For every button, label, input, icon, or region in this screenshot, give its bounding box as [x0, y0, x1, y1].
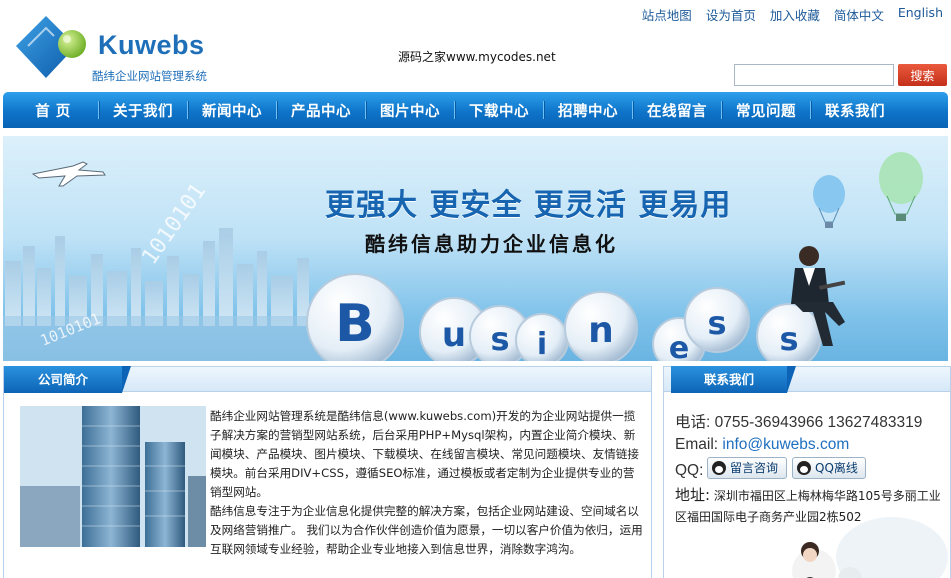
english-link[interactable]: English [898, 5, 943, 24]
logo-mark-icon [16, 16, 86, 78]
top-links: 站点地图 设为首页 加入收藏 简体中文 English [642, 5, 943, 24]
qq-label: QQ: [675, 462, 704, 479]
contact-email-line: Email: info@kuwebs.com [675, 436, 849, 454]
intro-paragraph: 酷纬信息专注于为企业信息化提供完整的解决方案，包括企业网站建设、空间域名以及网络… [210, 504, 643, 556]
simplified-chinese-link[interactable]: 简体中文 [834, 5, 884, 24]
svg-text:1010101: 1010101 [137, 179, 211, 269]
banner-subline: 酷纬信息助力企业信息化 [365, 232, 618, 256]
panel-header: 联系我们 [664, 366, 950, 393]
watermark-text: 源码之家www.mycodes.net [398, 50, 556, 64]
nav-item-contact[interactable]: 联系我们 [810, 100, 900, 121]
qq-consult-button[interactable]: 留言咨询 [707, 457, 787, 479]
qq-consult-label: 留言咨询 [730, 461, 779, 475]
add-favorite-link[interactable]: 加入收藏 [770, 5, 820, 24]
qq-offline-button[interactable]: QQ离线 [792, 457, 866, 479]
nav-item-images[interactable]: 图片中心 [365, 100, 455, 121]
contact-panel: 联系我们 电话: 0755-36943966 13627483319 Email… [663, 366, 951, 578]
hero-banner[interactable]: 1010101 1010101 B u s i n e s s 更强大 更安全 … [3, 136, 948, 361]
ball-letter-s3: s [779, 320, 798, 358]
intro-paragraph: 酷纬企业网站管理系统是酷纬信息(www.kuwebs.com)开发的为企业网站提… [210, 409, 639, 499]
nav-item-about[interactable]: 关于我们 [98, 100, 188, 121]
email-label: Email: [675, 436, 723, 453]
ball-letter-s2: s [707, 304, 726, 342]
nav-item-downloads[interactable]: 下载中心 [454, 100, 544, 121]
nav-item-message[interactable]: 在线留言 [632, 100, 722, 121]
header: Kuwebs 酷纬企业网站管理系统 源码之家www.mycodes.net 站点… [0, 0, 951, 92]
search-input[interactable] [734, 64, 894, 86]
ball-letter-s: s [490, 320, 509, 358]
building-photo [20, 406, 206, 547]
site-logo[interactable]: Kuwebs 酷纬企业网站管理系统 [14, 8, 224, 86]
customer-service-image [792, 517, 948, 578]
ball-letter-n: n [588, 310, 614, 351]
airplane-icon [31, 161, 106, 187]
search-button[interactable]: 搜索 [898, 64, 947, 86]
sitemap-link[interactable]: 站点地图 [642, 5, 692, 24]
qq-offline-label: QQ离线 [815, 461, 858, 475]
contact-title[interactable]: 联系我们 [671, 366, 796, 393]
company-intro-panel: 公司简介 酷纬企业网站管理系统是酷纬信息(www.kuwebs.com)开发的为… [3, 366, 652, 578]
set-homepage-link[interactable]: 设为首页 [706, 5, 756, 24]
qq-penguin-icon [712, 461, 726, 475]
address-label: 地址: [675, 486, 711, 504]
business-balls: B u s i n e s s [306, 273, 822, 361]
ball-letter-i: i [537, 327, 547, 361]
qq-penguin-icon [797, 461, 811, 475]
company-intro-title[interactable]: 公司简介 [4, 366, 131, 393]
nav-item-faq[interactable]: 常见问题 [721, 100, 811, 121]
email-link[interactable]: info@kuwebs.com [722, 436, 849, 453]
balloon-icon [879, 152, 923, 221]
ball-letter-e: e [669, 331, 689, 361]
nav-item-products[interactable]: 产品中心 [276, 100, 366, 121]
contact-phone: 电话: 0755-36943966 13627483319 [675, 414, 923, 431]
balloon-icon [813, 175, 845, 228]
logo-wordmark: Kuwebs [98, 30, 205, 60]
logo-subtitle: 酷纬企业网站管理系统 [92, 69, 207, 83]
panel-header: 公司简介 [4, 366, 651, 393]
company-intro-text: 酷纬企业网站管理系统是酷纬信息(www.kuwebs.com)开发的为企业网站提… [210, 407, 646, 559]
main-nav: 首 页 关于我们 新闻中心 产品中心 图片中心 下载中心 招聘中心 在线留言 常… [3, 92, 948, 128]
ball-letter-u: u [442, 315, 466, 355]
ball-letter-b: B [335, 294, 375, 354]
banner-headline: 更强大 更安全 更灵活 更易用 [325, 188, 732, 223]
nav-item-jobs[interactable]: 招聘中心 [543, 100, 633, 121]
company-building-image [20, 406, 206, 547]
nav-item-home[interactable]: 首 页 [7, 100, 99, 121]
nav-item-news[interactable]: 新闻中心 [187, 100, 277, 121]
